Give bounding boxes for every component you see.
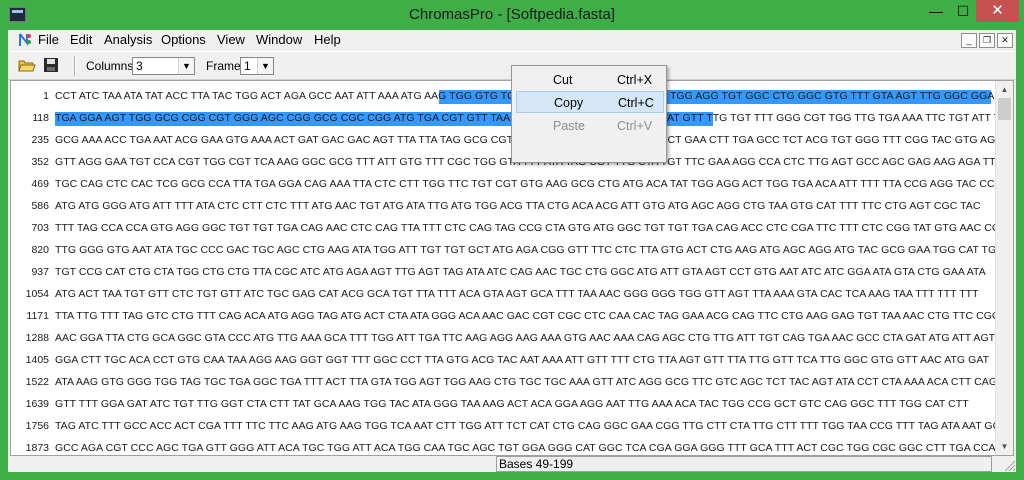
row-bases[interactable]: TGT CCG CAT CTG CTA TGG CTG CTG TTA CGC … [55,266,986,278]
maximize-button[interactable]: ☐ [950,0,976,22]
sequence-row[interactable]: 586 ATG ATG GGG ATG ATT TTT ATA CTC CTT C… [11,195,1001,217]
menu-file[interactable]: File [38,32,59,47]
context-paste-shortcut: Ctrl+V [617,119,653,133]
row-position: 820 [31,244,49,256]
row-position: 586 [31,200,49,212]
row-bases[interactable]: AAC GGA TTA CTG GCA GGC GTA CCC ATG TTG … [55,332,995,344]
sequence-row[interactable]: 1756 TAG ATC TTT GCC ACC ACT CGA TTT TTC … [11,415,1008,437]
context-cut-label: Cut [553,73,573,87]
menu-window[interactable]: Window [256,32,302,47]
child-minimize-button[interactable]: _ [961,33,977,48]
menu-edit[interactable]: Edit [70,32,92,47]
context-cut-shortcut: Ctrl+X [617,73,653,87]
status-bases: Bases 49-199 [496,456,992,472]
row-position: 1405 [25,354,49,366]
context-menu: Cut Ctrl+X Copy Ctrl+C Paste Ctrl+V [511,65,667,163]
context-copy[interactable]: Copy Ctrl+C [516,91,664,113]
columns-select[interactable]: 3 ▼ [132,57,195,75]
sequence-row[interactable]: 1405 GGA CTT TGC ACA CCT GTG CAA TAA AGG … [11,349,1001,371]
document-icon[interactable] [17,32,33,48]
menu-view[interactable]: View [217,32,245,47]
row-position: 1639 [25,398,49,410]
row-position: 937 [31,266,49,278]
sequence-row[interactable]: 352 GTT AGG GAA TGT CCA CGT TGG CGT TCA A… [11,151,1013,173]
row-bases[interactable]: TTA TTG TTT TAG GTC CTG TTT CAG ACA ATG … [55,310,1000,322]
row-position: 1171 [26,310,49,322]
row-bases[interactable]: GCC AGA CGT CCC AGC TGA GTT GGG ATT ACA … [55,442,1013,454]
minimize-button[interactable]: — [922,0,950,22]
frame-select[interactable]: 1 ▼ [240,57,274,75]
status-bar: Bases 49-199 [8,456,1016,472]
row-position: 469 [31,178,49,190]
app-window: ChromasPro - [Softpedia.fasta] — ☐ ✕ Fil… [0,0,1024,480]
sequence-row[interactable]: 1 CCT ATC TAA ATA TAT ACC TTA TAC TGG ACT… [11,85,1001,107]
row-position: 235 [31,134,49,146]
row-bases[interactable]: TAG ATC TTT GCC ACC ACT CGA TTT TTC TTC … [55,420,1008,432]
sequence-row[interactable]: 1639 GTT TTT GGA GAT ATC TGT TTG GGT CTA … [11,393,1001,415]
row-position: 703 [31,222,49,234]
row-bases[interactable]: ATA AAG GTG GGG TGG TAG TGC TGA GGC TGA … [55,376,997,388]
sequence-row[interactable]: 937 TGT CCG CAT CTG CTA TGG CTG CTG TTA C… [11,261,1001,283]
sequence-row[interactable]: 118 TGA GGA AGT TGG GCG CGG CGT GGG AGC C… [11,107,1013,129]
row-bases[interactable]: GGA CTT TGC ACA CCT GTG CAA TAA AGG AAG … [55,354,989,366]
row-bases[interactable]: TGC CAG CTC CAC TCG GCG CCA TTA TGA GGA … [55,178,1003,190]
menu-options[interactable]: Options [161,32,206,47]
context-copy-label: Copy [554,96,584,110]
child-close-button[interactable]: ✕ [997,33,1013,48]
row-position: 352 [31,156,49,168]
row-position: 1756 [25,420,49,432]
scroll-down-icon[interactable]: ▼ [996,438,1013,455]
sequence-row[interactable]: 235 GCG AAA ACC TGA AAT ACG GAA GTG AAA A… [11,129,1001,151]
row-bases[interactable]: TTT TAG CCA CCA GTG AGG GGC TGT TGT TGA … [55,222,1008,234]
title-bar[interactable]: ChromasPro - [Softpedia.fasta] — ☐ ✕ [0,0,1024,30]
row-bases[interactable]: TTG GGG GTG AAT ATA TGC CCC GAC TGC AGC … [55,244,1004,256]
open-folder-icon[interactable] [18,56,36,74]
row-position: 1288 [25,332,49,344]
row-position: 118 [32,112,49,124]
row-position: 1 [43,90,49,102]
sequence-row[interactable]: 703 TTT TAG CCA CCA GTG AGG GGC TGT TGT T… [11,217,1007,239]
chevron-down-icon[interactable]: ▼ [257,58,273,74]
sequence-row[interactable]: 1054 ATG ACT TAA TGT GTT CTC TGT GTT ATC … [11,283,1001,305]
columns-value: 3 [136,59,143,73]
row-position: 1054 [25,288,49,300]
menu-bar: File Edit Analysis Options View Window H… [8,30,1016,50]
context-copy-shortcut: Ctrl+C [618,96,654,110]
row-bases[interactable]: GTT TTT GGA GAT ATC TGT TTG GGT CTA CTT … [55,398,969,410]
sequence-row[interactable]: 469 TGC CAG CTC CAC TCG GCG CCA TTA TGA G… [11,173,1003,195]
window-title: ChromasPro - [Softpedia.fasta] [409,6,615,23]
columns-label: Columns [86,59,134,73]
row-bases[interactable]: ATG ACT TAA TGT GTT CTC TGT GTT ATC TGC … [55,288,979,300]
menu-analysis[interactable]: Analysis [104,32,152,47]
chevron-down-icon[interactable]: ▼ [178,58,194,74]
resize-grip-icon[interactable] [1002,458,1016,472]
context-paste-label: Paste [553,119,585,133]
frame-value: 1 [244,59,251,73]
vertical-scrollbar[interactable]: ▲ ▼ [995,81,1013,455]
scroll-thumb[interactable] [998,98,1011,120]
sequence-row[interactable]: 820 TTG GGG GTG AAT ATA TGC CCC GAC TGC A… [11,239,1004,261]
close-button[interactable]: ✕ [976,0,1019,22]
toolbar-separator [74,56,76,76]
context-paste[interactable]: Paste Ctrl+V [514,115,664,137]
row-bases[interactable]: ATG ATG GGG ATG ATT TTT ATA CTC CTT CTC … [55,200,980,212]
sequence-row[interactable]: 1288 AAC GGA TTA CTG GCA GGC GTA CCC ATG … [11,327,1001,349]
row-position: 1873 [25,442,49,454]
sequence-row[interactable]: 1171 TTA TTG TTT TAG GTC CTG TTT CAG ACA … [11,305,1001,327]
child-restore-button[interactable]: ❐ [979,33,995,48]
row-position: 1522 [25,376,49,388]
save-icon[interactable] [42,56,60,74]
frame-label: Frame [206,59,241,73]
sequence-row[interactable]: 1873 GCC AGA CGT CCC AGC TGA GTT GGG ATT … [11,437,1013,455]
menu-help[interactable]: Help [314,32,341,47]
scroll-up-icon[interactable]: ▲ [996,81,1013,98]
sequence-row[interactable]: 1522 ATA AAG GTG GGG TGG TAG TGC TGA GGC … [11,371,1001,393]
context-cut[interactable]: Cut Ctrl+X [514,69,664,91]
